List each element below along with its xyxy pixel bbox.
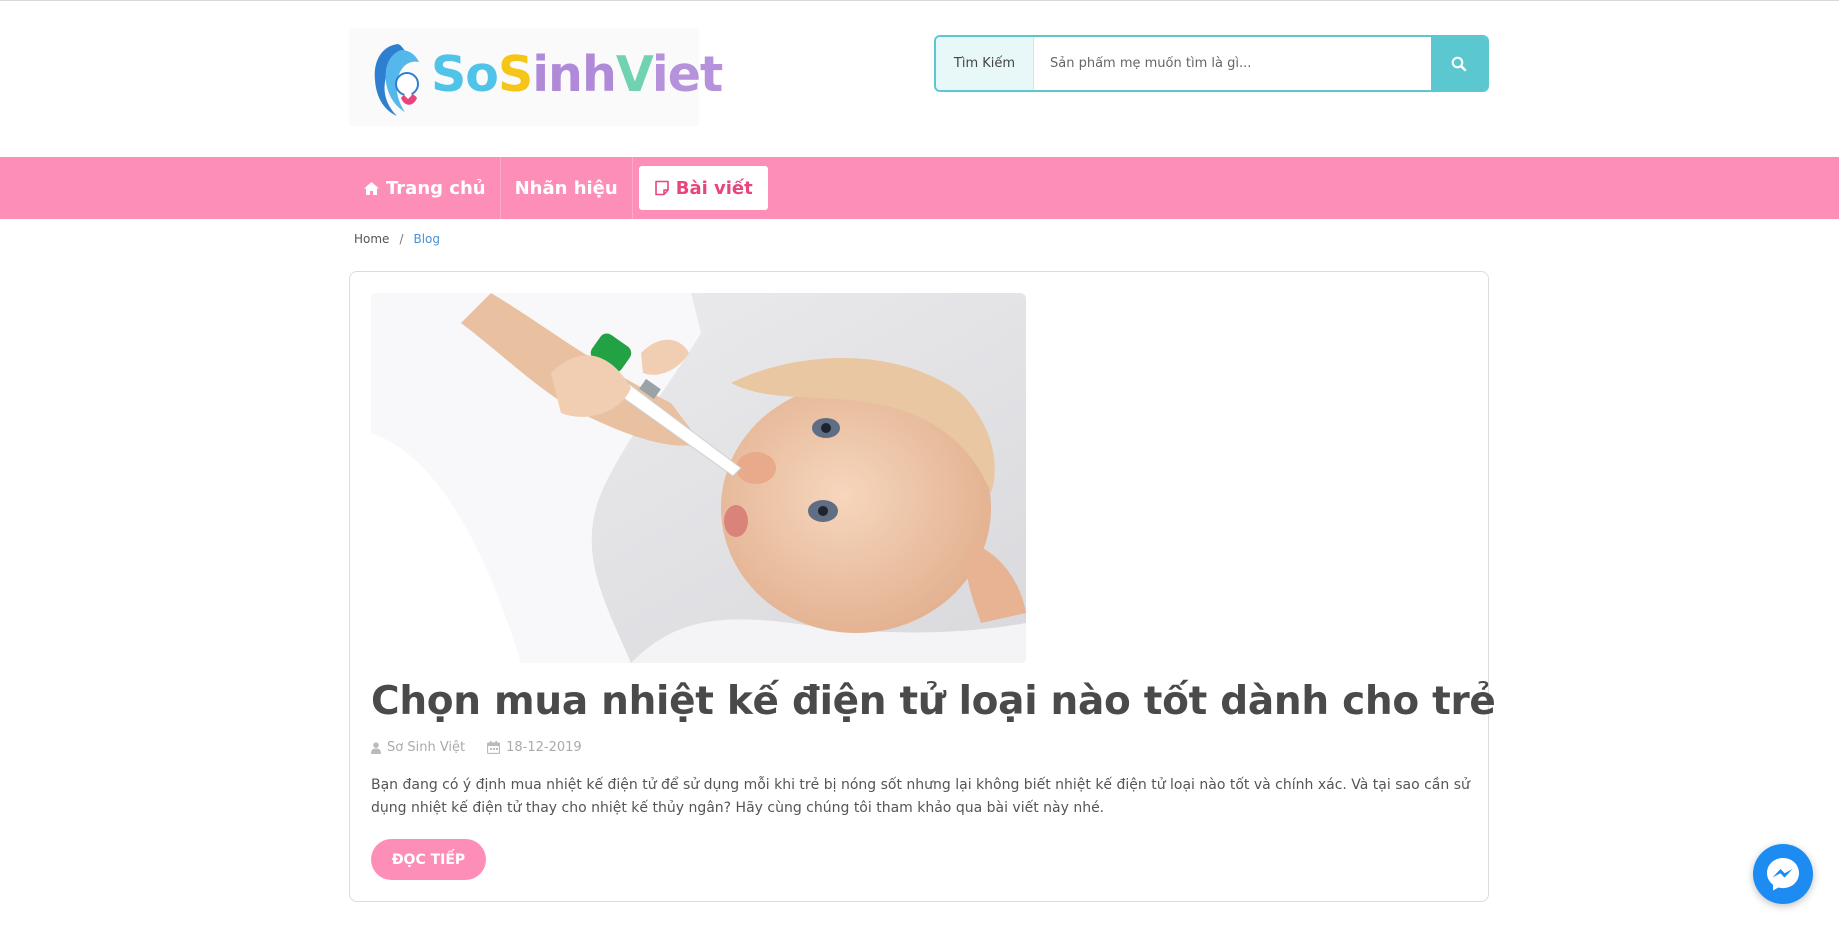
messenger-icon [1767,858,1799,891]
post-date: 18-12-2019 [487,740,582,755]
post-author-name: Sơ Sinh Việt [387,740,466,755]
note-icon [654,180,669,196]
post-date-value: 18-12-2019 [506,740,582,755]
breadcrumb-separator: / [399,232,404,246]
breadcrumb-current: Blog [413,232,441,246]
nav-item-articles[interactable]: Bài viết [638,166,768,210]
breadcrumb: Home / Blog [354,232,440,246]
search-form: Tìm Kiếm [934,35,1489,92]
main-nav: Trang chủ Nhãn hiệu Bài viết [0,157,1839,219]
search-button[interactable] [1431,37,1487,90]
post-author: Sơ Sinh Việt [371,740,465,755]
post-title[interactable]: Chọn mua nhiệt kế điện tử loại nào tốt d… [371,679,1496,724]
site-logo[interactable]: SoSinhViet [349,28,723,126]
calendar-icon [487,741,501,754]
nav-item-brands[interactable]: Nhãn hiệu [501,157,633,219]
nav-item-home[interactable]: Trang chủ [349,157,501,219]
site-header: SoSinhViet Tìm Kiếm [349,28,1489,128]
mother-baby-logo-icon [374,44,419,116]
post-excerpt: Bạn đang có ý định mua nhiệt kế điện tử … [371,777,1470,816]
top-border [0,0,1839,1]
search-input[interactable] [1034,37,1431,90]
nav-item-label: Nhãn hiệu [514,177,618,199]
post-image [371,293,1026,663]
search-icon [1451,56,1467,71]
nav-item-label: Trang chủ [386,177,486,199]
user-icon [371,741,381,754]
search-label: Tìm Kiếm [936,37,1034,90]
breadcrumb-home[interactable]: Home [354,232,389,246]
post-meta: Sơ Sinh Việt 18-12-2019 [371,740,604,755]
messenger-chat-button[interactable] [1753,844,1813,904]
post-thumbnail[interactable] [371,293,1026,663]
read-more-button[interactable]: ĐỌC TIẾP [371,839,486,880]
nav-item-label: Bài viết [675,177,753,199]
blog-post-card: Chọn mua nhiệt kế điện tử loại nào tốt d… [349,271,1496,902]
logo-wordmark: SoSinhViet [431,46,723,103]
home-icon [364,181,379,195]
